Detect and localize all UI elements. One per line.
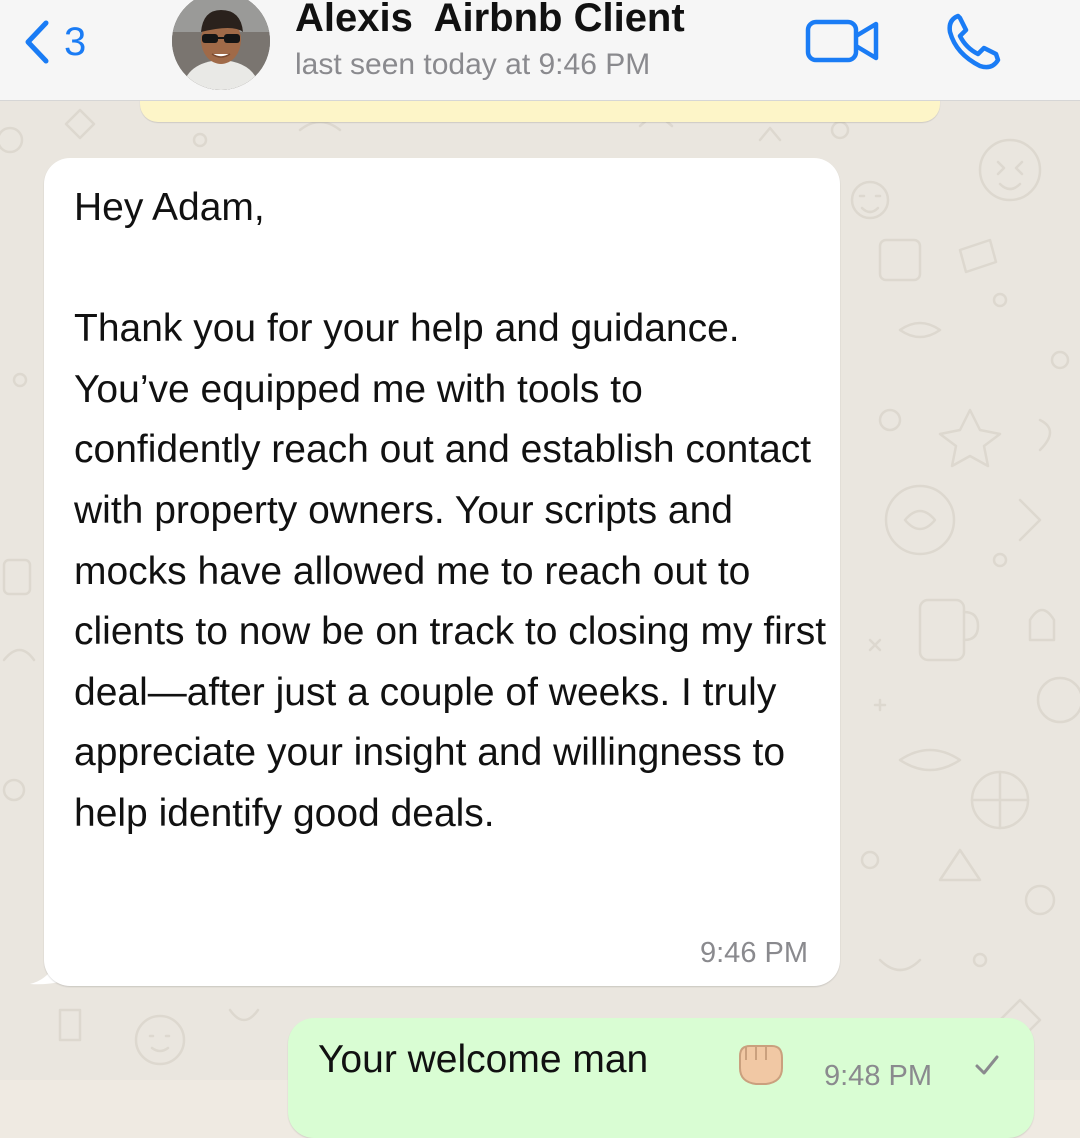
outgoing-message-bubble[interactable]: Your welcome man 9:48 PM bbox=[288, 1018, 1034, 1138]
chevron-left-icon bbox=[22, 19, 50, 65]
message-time: 9:48 PM bbox=[824, 1060, 932, 1092]
message-text: Hey Adam, Thank you for your help and gu… bbox=[74, 186, 827, 835]
video-camera-icon bbox=[804, 19, 882, 70]
unread-count: 3 bbox=[64, 19, 87, 64]
sent-check-icon bbox=[974, 1054, 1000, 1081]
avatar[interactable] bbox=[172, 0, 270, 90]
incoming-message-bubble[interactable]: Hey Adam, Thank you for your help and gu… bbox=[44, 158, 840, 986]
last-seen-status: last seen today at 9:46 PM bbox=[295, 48, 651, 81]
chat-header: 3 Alexis Airbnb Client last seen today a… bbox=[0, 0, 1080, 101]
back-button[interactable]: 3 bbox=[22, 12, 86, 72]
message-time: 9:46 PM bbox=[700, 937, 808, 969]
voice-call-button[interactable] bbox=[944, 10, 1006, 77]
phone-icon bbox=[944, 13, 1006, 76]
message-text: Your welcome man bbox=[318, 1038, 649, 1081]
fist-emoji-icon bbox=[732, 1034, 788, 1095]
contact-name[interactable]: Alexis Airbnb Client bbox=[295, 0, 685, 41]
video-call-button[interactable] bbox=[804, 16, 882, 71]
